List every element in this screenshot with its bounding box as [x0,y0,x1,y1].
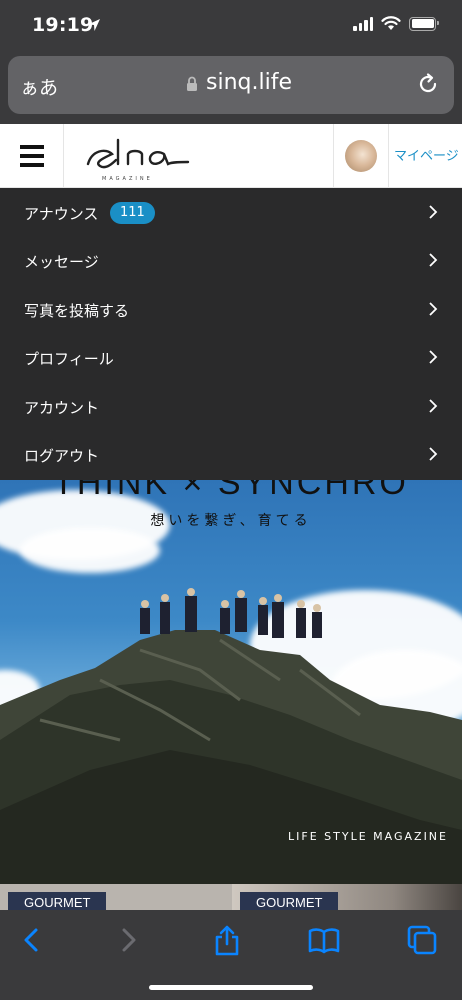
chevron-right-icon [429,350,438,364]
hero-tagline: 想いを繋ぎ、育てる [150,513,312,529]
announce-count-badge: 111 [110,202,155,224]
dropdown-menu: アナウンス 111 メッセージ 写真を投稿する プロフィール アカウント ログア… [0,188,462,480]
menu-item-label: メッセージ [24,253,99,271]
forward-icon[interactable] [112,924,144,956]
menu-item-post-photo[interactable]: 写真を投稿する [0,285,462,333]
location-arrow-icon [88,19,100,31]
status-time: 19:19 [32,14,94,36]
text-size-button[interactable]: ぁあ [20,73,58,100]
site-header: MAGAZINE マイページ [0,124,462,188]
mountain-rocks-illustration [0,588,462,884]
hamburger-menu-icon[interactable] [0,124,64,188]
menu-item-label: ログアウト [24,447,100,465]
cellular-signal-icon [353,16,373,31]
tabs-icon[interactable] [406,924,438,956]
menu-item-profile[interactable]: プロフィール [0,333,462,381]
magazine-label: LIFE STYLE MAGAZINE [288,830,448,843]
menu-item-label: アナウンス [24,205,99,223]
menu-item-announce[interactable]: アナウンス 111 [0,188,462,236]
back-icon[interactable] [16,924,48,956]
header-divider [333,124,334,188]
header-divider [388,124,389,188]
menu-item-label: プロフィール [24,350,114,368]
chevron-right-icon [429,447,438,461]
menu-item-logout[interactable]: ログアウト [0,430,462,478]
chevron-right-icon [429,205,438,219]
hero-image[interactable]: THINK × SYNCHRO 想いを繋ぎ、育てる LIFE STYLE MAG… [0,480,462,884]
address-bar[interactable]: ぁあ sinq.life [8,56,454,114]
sinq-magazine-logo[interactable]: MAGAZINE [84,128,194,184]
svg-text:MAGAZINE: MAGAZINE [102,176,153,182]
bookmarks-icon[interactable] [308,924,340,956]
battery-icon [409,16,439,31]
menu-item-label: 写真を投稿する [24,302,130,320]
status-bar: 19:19 [0,0,462,52]
share-icon[interactable] [211,924,243,956]
browser-chrome: ぁあ sinq.life [0,52,462,124]
menu-item-account[interactable]: アカウント [0,382,462,430]
menu-item-label: アカウント [24,399,100,417]
chevron-right-icon [429,253,438,267]
lock-icon [187,76,197,91]
hero-heading: THINK × SYNCHRO [53,480,409,502]
wifi-icon [381,16,401,30]
mypage-link[interactable]: マイページ [394,145,459,164]
chevron-right-icon [429,302,438,316]
url-text[interactable]: sinq.life [206,70,292,95]
chevron-right-icon [429,399,438,413]
user-avatar[interactable] [345,140,377,172]
status-indicators [353,16,439,31]
menu-item-messages[interactable]: メッセージ [0,236,462,284]
home-indicator [149,985,313,990]
reload-icon[interactable] [416,72,440,96]
